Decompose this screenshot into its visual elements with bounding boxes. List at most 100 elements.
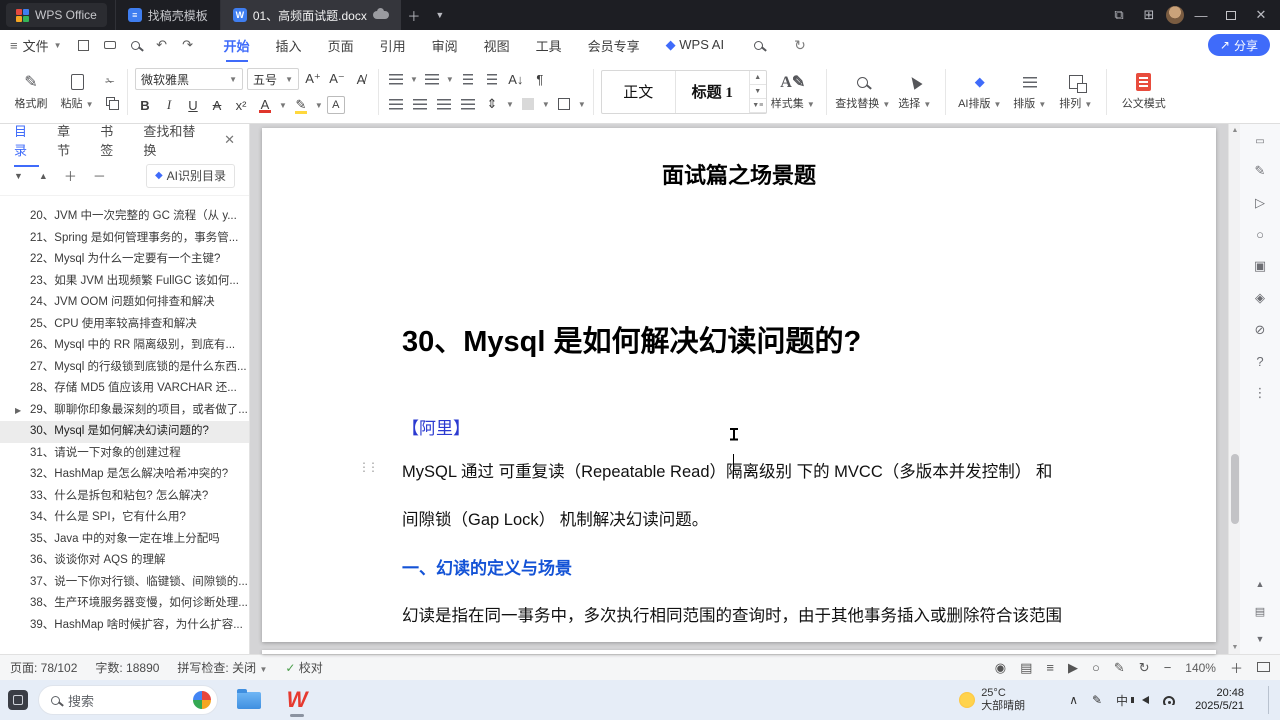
show-marks-button[interactable]: ¶ [530,69,550,89]
scroll-up-arrow[interactable]: ▲ [1229,127,1241,134]
tab-list-dropdown[interactable]: ▼ [427,2,453,28]
help-icon[interactable]: ? [1256,354,1263,369]
body-paragraph-2[interactable]: 幻读是指在同一事务中，多次执行相同范围的查询时，由于其他事务插入或删除符合该范围 [402,602,1146,626]
pen-tray-icon[interactable]: ✎ [1092,693,1102,707]
cut-icon[interactable]: ✁ [102,75,118,89]
justify-button[interactable] [458,94,478,114]
ai-recognize-toc-button[interactable]: ◆ AI识别目录 [145,163,235,188]
outline-item-selected[interactable]: 30、Mysql 是如何解决幻读问题的? [0,421,249,443]
style-normal[interactable]: 正文 [602,70,676,113]
annotate-icon[interactable]: ✎ [1114,660,1125,676]
ai-layout-button[interactable]: ◆ AI排版 ▼ [953,72,1007,111]
outline-item[interactable]: 32、HashMap 是怎么解决哈希冲突的? [0,464,249,486]
vertical-scrollbar[interactable]: ▲ ▼ [1228,124,1240,654]
close-button[interactable]: ✕ [1248,2,1274,28]
ime-indicator[interactable]: 中 [1116,692,1128,709]
style-more-button[interactable]: ▼≡ [749,99,766,113]
eraser-tool-icon[interactable]: ⊘ [1255,322,1266,338]
body-paragraph-line2[interactable]: 间隙锁（Gap Lock） 机制解决幻读问题。 [402,506,708,530]
official-mode-button[interactable]: 公文模式 [1114,72,1174,111]
expand-all-icon[interactable]: ▲ [39,171,48,181]
clear-format-button[interactable]: A̸ [351,69,371,89]
align-center-button[interactable] [410,94,430,114]
proofread-button[interactable]: ✓ 校对 [285,659,322,676]
integration-icon[interactable]: ⧉ [1106,2,1132,28]
italic-button[interactable]: I [159,95,179,115]
prev-page-icon[interactable]: ▲ [1256,579,1265,589]
copy-icon[interactable] [102,95,119,110]
sidebar-tab-findreplace[interactable]: 查找和替换 [143,121,206,159]
new-tab-button[interactable]: ＋ [401,2,427,28]
document-title[interactable]: 面试篇之场景题 [262,158,1216,190]
document-canvas[interactable]: 面试篇之场景题 30、Mysql 是如何解决幻读问题的? 【阿里】 ⋮⋮ MyS… [250,124,1228,654]
question-heading[interactable]: 30、Mysql 是如何解决幻读问题的? [402,318,861,360]
outline-item[interactable]: 38、生产环境服务器变慢，如何诊断处理... [0,593,249,615]
sidebar-tab-bookmark[interactable]: 书签 [100,121,125,159]
taskbar-search[interactable]: 搜索 [38,685,218,715]
share-button[interactable]: ↗ 分享 [1207,34,1270,56]
sidebar-close-icon[interactable]: ✕ [224,132,235,148]
stamp-tool-icon[interactable]: ◈ [1255,290,1265,306]
user-avatar[interactable] [1166,6,1184,24]
shrink-font-button[interactable]: A⁻ [327,69,347,89]
tab-current-document[interactable]: W 01、高频面试题.docx [219,0,401,30]
align-right-button[interactable] [434,94,454,114]
zoom-in-outline-icon[interactable]: ＋ [64,166,77,185]
play-mode-icon[interactable]: ▶ [1068,660,1078,676]
wps-app-icon[interactable]: W [280,683,314,717]
next-page-icon[interactable]: ▼ [1256,634,1265,644]
collapse-rail-icon[interactable]: ▭ [1255,136,1264,147]
clock[interactable]: 20:48 2025/5/21 [1195,687,1244,713]
line-spacing-button[interactable]: ⇕ [482,94,502,114]
outdent-button[interactable] [458,69,478,89]
highlight-caret[interactable]: ▼ [315,101,323,110]
edit-tool-icon[interactable]: ✎ [1255,163,1266,179]
outline-item[interactable]: 37、说一下你对行锁、临键锁、间隙锁的... [0,572,249,594]
find-replace-button[interactable]: 查找替换 ▼ [834,72,892,111]
align-left-button[interactable] [386,94,406,114]
outline-item[interactable]: 34、什么是 SPI，它有什么用? [0,507,249,529]
sort-button[interactable]: A↓ [506,69,526,89]
outline-item[interactable]: 26、Mysql 中的 RR 隔离级别，到底有... [0,335,249,357]
save-icon[interactable] [76,37,92,53]
grow-font-button[interactable]: A⁺ [303,69,323,89]
apps-grid-icon[interactable]: ⊞ [1136,2,1162,28]
select-tool-icon[interactable]: ▷ [1255,195,1265,211]
more-tools-icon[interactable]: ⋮ [1254,385,1267,401]
outline-item[interactable]: 35、Java 中的对象一定在堆上分配吗 [0,529,249,551]
underline-button[interactable]: U [183,95,203,115]
outline-item[interactable]: 24、JVM OOM 问题如何排查和解决 [0,292,249,314]
char-shading-button[interactable]: A [326,96,345,114]
tab-view[interactable]: 视图 [484,36,510,55]
tab-insert[interactable]: 插入 [276,36,302,55]
layout-button[interactable]: 排版 ▼ [1007,72,1053,111]
maximize-button[interactable] [1218,2,1244,28]
zoom-out-button[interactable]: − [1164,660,1172,675]
outline-item[interactable]: 23、如果 JVM 出现频繁 FullGC 该如何... [0,271,249,293]
word-count[interactable]: 字数: 18890 [95,659,159,676]
comment-tool-icon[interactable]: ○ [1256,227,1264,242]
outline-item[interactable]: 36、谈谈你对 AQS 的理解 [0,550,249,572]
scrollbar-thumb[interactable] [1231,454,1239,524]
outline-item[interactable]: 22、Mysql 为什么一定要有一个主键? [0,249,249,271]
font-color-button[interactable]: A [255,95,275,115]
superscript-button[interactable]: x² [231,95,251,115]
zoom-level[interactable]: 140% [1185,661,1216,675]
format-painter-button[interactable]: ✎ 格式刷 [8,72,54,111]
eye-protect-icon[interactable]: ◉ [995,660,1006,676]
write-mode-icon[interactable]: ≡ [1046,660,1054,675]
style-set-button[interactable]: A✎ 样式集 ▼ [767,72,819,111]
zoom-in-button[interactable]: ＋ [1230,658,1243,677]
paste-button[interactable]: 粘贴 ▼ [54,72,100,111]
outline-item[interactable]: 25、CPU 使用率较高排查和解决 [0,314,249,336]
hidden-icons-chevron[interactable]: ∧ [1069,693,1078,707]
outline-item[interactable]: 33、什么是拆包和粘包? 怎么解决? [0,486,249,508]
outline-item[interactable]: 31、请说一下对象的创建过程 [0,443,249,465]
outline-item[interactable]: 27、Mysql 的行级锁到底锁的是什么东西... [0,357,249,379]
collapse-all-icon[interactable]: ▼ [14,171,23,181]
section-heading[interactable]: 一、幻读的定义与场景 [402,554,572,579]
indent-button[interactable] [482,69,502,89]
minimize-button[interactable]: — [1188,2,1214,28]
tab-template-store[interactable]: ≡ 找稿壳模板 [114,0,220,30]
document-page[interactable]: 面试篇之场景题 30、Mysql 是如何解决幻读问题的? 【阿里】 ⋮⋮ MyS… [262,128,1216,642]
